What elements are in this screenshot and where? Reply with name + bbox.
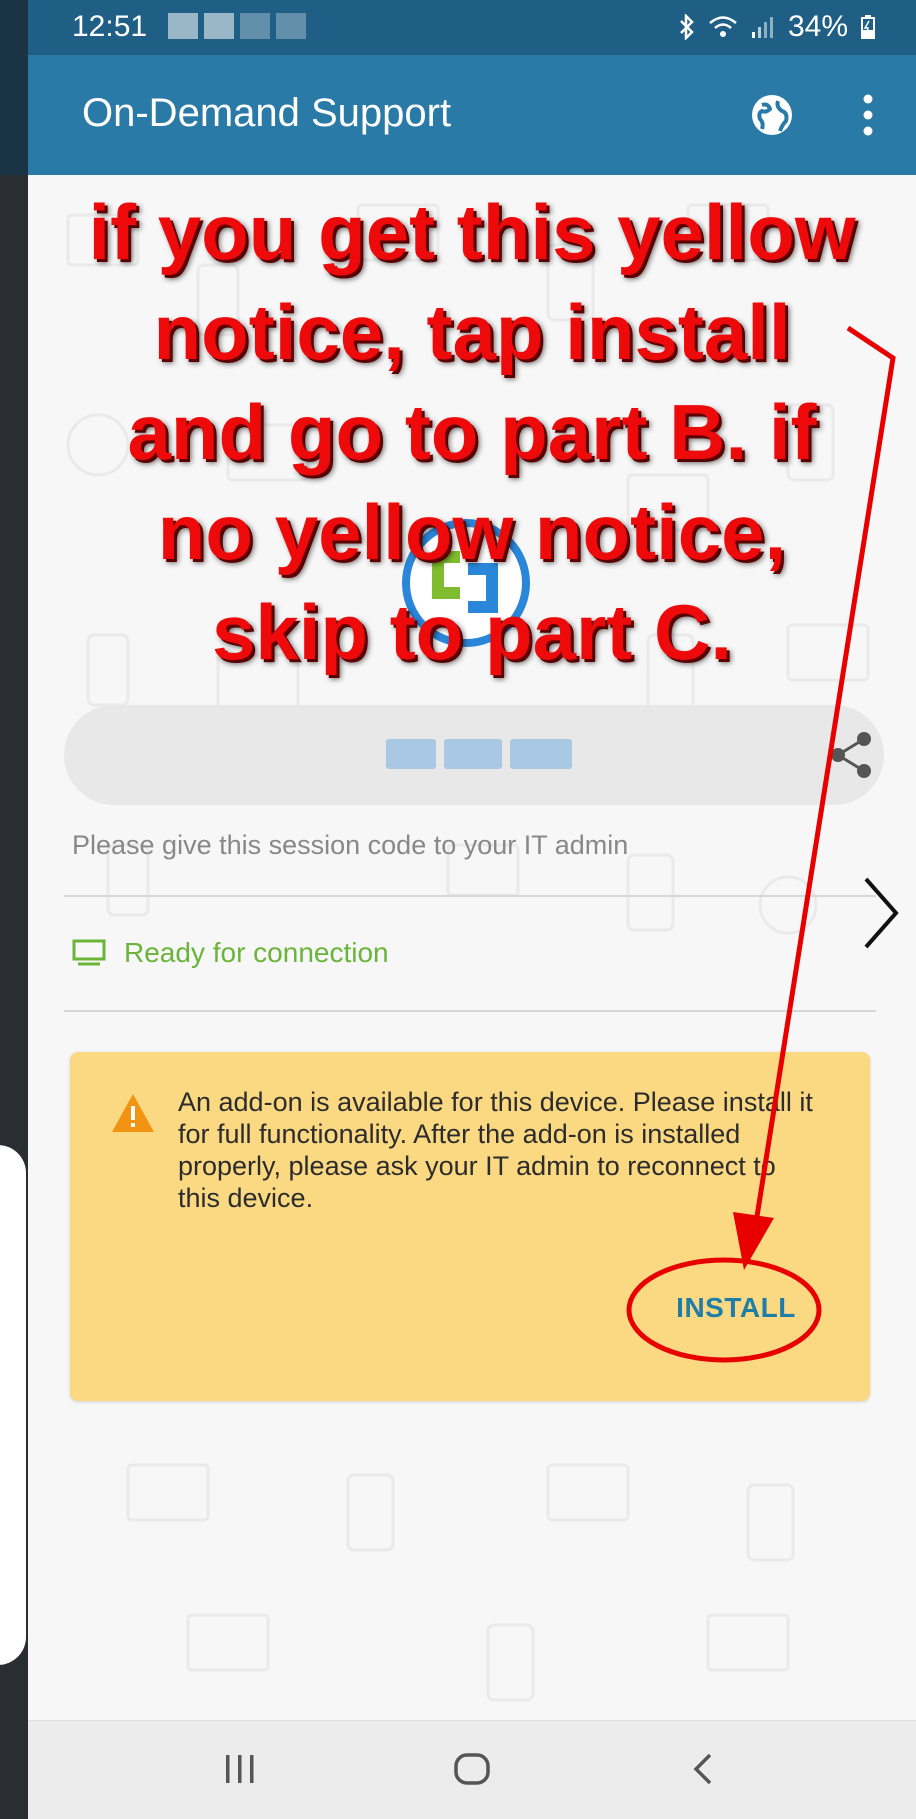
warning-icon xyxy=(112,1094,154,1132)
app-title: On-Demand Support xyxy=(82,91,452,135)
overflow-menu-button[interactable] xyxy=(858,87,878,143)
install-button[interactable]: INSTALL xyxy=(666,1292,806,1332)
connection-status: Ready for connection xyxy=(72,937,389,969)
annotation-line: notice, tap install xyxy=(153,288,791,376)
connection-status-text: Ready for connection xyxy=(124,937,389,968)
addon-notice-message: An add-on is available for this device. … xyxy=(178,1087,813,1213)
more-vert-icon xyxy=(863,94,873,136)
app-bar: On-Demand Support xyxy=(28,55,916,175)
session-code-hint: Please give this session code to your IT… xyxy=(72,830,629,860)
back-icon[interactable] xyxy=(688,1749,718,1789)
home-icon[interactable] xyxy=(452,1749,492,1789)
recent-apps-icon[interactable] xyxy=(223,1749,257,1789)
addon-notice: An add-on is available for this device. … xyxy=(70,1052,870,1401)
adjacent-screen-edge xyxy=(0,0,28,1819)
divider xyxy=(64,1010,876,1012)
bluetooth-icon xyxy=(680,14,694,40)
signal-icon xyxy=(751,17,773,38)
annotation-line: skip to part C. xyxy=(211,588,733,676)
status-bar: 12:51 34% xyxy=(28,0,916,55)
globe-icon xyxy=(752,95,792,135)
monitor-icon xyxy=(72,939,106,966)
blurred-notification-icons xyxy=(168,13,306,39)
blurred-session-code xyxy=(386,739,572,769)
wifi-icon xyxy=(709,16,737,37)
annotation-line: and go to part B. if xyxy=(127,388,817,476)
annotation-line: no yellow notice, xyxy=(157,488,787,576)
navigation-bar xyxy=(28,1720,916,1819)
status-indicators: 34% xyxy=(678,10,876,44)
status-time: 12:51 xyxy=(72,10,148,43)
annotation-instruction: if you get this yellow notice, tap insta… xyxy=(28,182,916,682)
share-button[interactable] xyxy=(826,729,876,781)
share-icon xyxy=(831,732,871,778)
session-code-field xyxy=(64,705,884,805)
adjacent-screen-header xyxy=(0,0,28,175)
battery-charging-icon xyxy=(861,15,875,39)
adjacent-screen-card xyxy=(0,1145,26,1665)
annotation-line: if you get this yellow xyxy=(88,188,856,276)
screenshot: 12:51 34% On-Demand Support Please give … xyxy=(0,0,916,1819)
battery-percentage: 34% xyxy=(787,10,848,43)
language-button[interactable] xyxy=(748,91,796,139)
divider xyxy=(64,895,876,897)
chevron-right-icon xyxy=(864,877,899,949)
